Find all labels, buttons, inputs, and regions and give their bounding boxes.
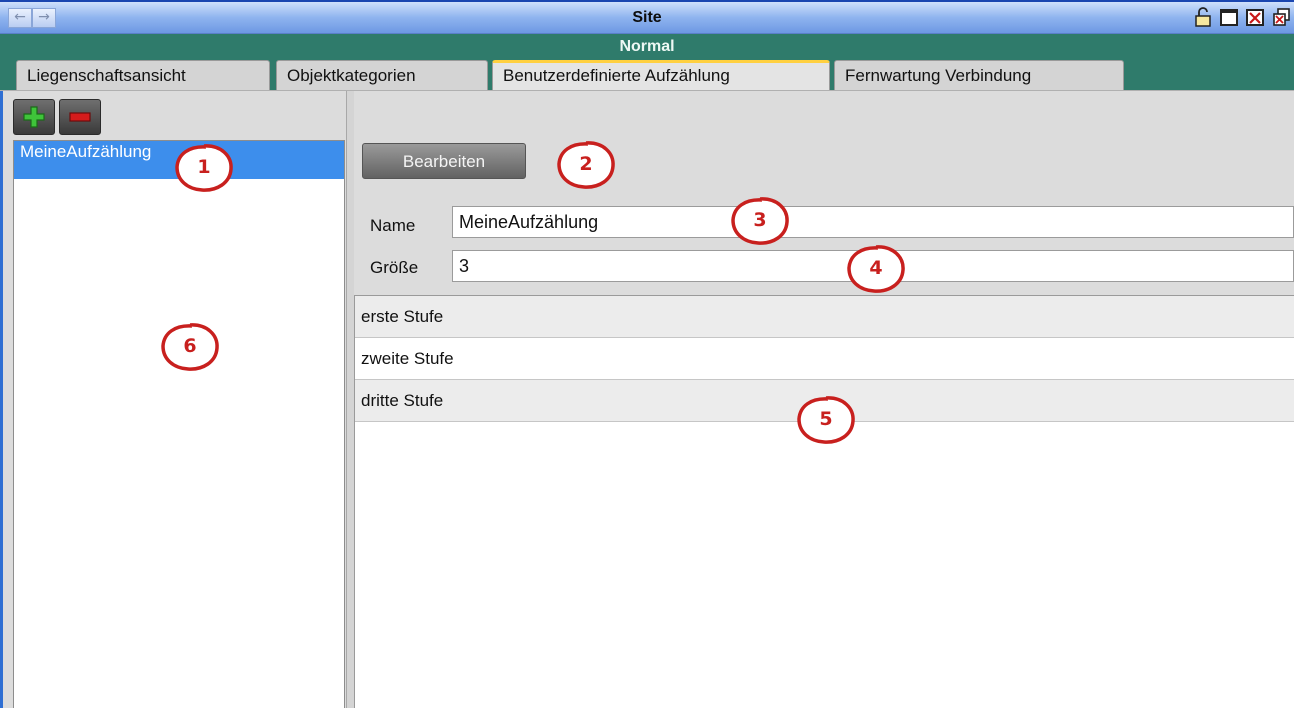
window-controls xyxy=(1192,6,1292,28)
annotation-number: 4 xyxy=(869,257,883,279)
annotation-number: 1 xyxy=(197,156,211,178)
tab-objektkategorien[interactable]: Objektkategorien xyxy=(276,60,488,91)
table-row[interactable]: erste Stufe xyxy=(355,296,1294,338)
window-title: Site xyxy=(632,9,662,26)
enumeration-list[interactable]: MeineAufzählung xyxy=(13,140,345,708)
edit-button[interactable]: Bearbeiten xyxy=(362,143,526,179)
values-table[interactable]: erste Stufe zweite Stufe dritte Stufe xyxy=(354,295,1294,708)
app-window: ← → Site Normal Liegenschaftsansicht Obj… xyxy=(0,0,1294,708)
tab-liegenschaftsansicht[interactable]: Liegenschaftsansicht xyxy=(16,60,270,91)
maximize-icon[interactable] xyxy=(1218,6,1240,28)
table-row[interactable]: zweite Stufe xyxy=(355,338,1294,380)
annotation-number: 3 xyxy=(753,209,767,231)
restore-icon[interactable] xyxy=(1270,6,1292,28)
plus-icon xyxy=(23,106,45,128)
annotation-number: 2 xyxy=(579,153,593,175)
add-button[interactable] xyxy=(13,99,55,135)
annotation-number: 6 xyxy=(183,335,197,357)
tab-fernwartung-verbindung[interactable]: Fernwartung Verbindung xyxy=(834,60,1124,91)
lock-icon[interactable] xyxy=(1192,6,1214,28)
tab-benutzerdefinierte-aufzaehlung[interactable]: Benutzerdefinierte Aufzählung xyxy=(492,60,830,92)
annotation-number: 5 xyxy=(819,408,833,430)
name-field[interactable]: MeineAufzählung xyxy=(452,206,1294,238)
remove-button[interactable] xyxy=(59,99,101,135)
annotation-marker-6: 6 xyxy=(159,321,221,373)
title-bar: ← → Site xyxy=(0,0,1294,34)
name-label: Name xyxy=(370,216,416,235)
annotation-marker-5: 5 xyxy=(795,394,857,446)
minus-icon xyxy=(69,112,91,122)
mode-label: Normal xyxy=(619,38,675,55)
annotation-marker-2: 2 xyxy=(555,139,617,191)
close-icon[interactable] xyxy=(1244,6,1266,28)
annotation-marker-4: 4 xyxy=(845,243,907,295)
annotation-marker-3: 3 xyxy=(729,195,791,247)
annotation-marker-1: 1 xyxy=(173,142,235,194)
splitter[interactable] xyxy=(346,91,354,708)
size-label: Größe xyxy=(370,258,419,277)
